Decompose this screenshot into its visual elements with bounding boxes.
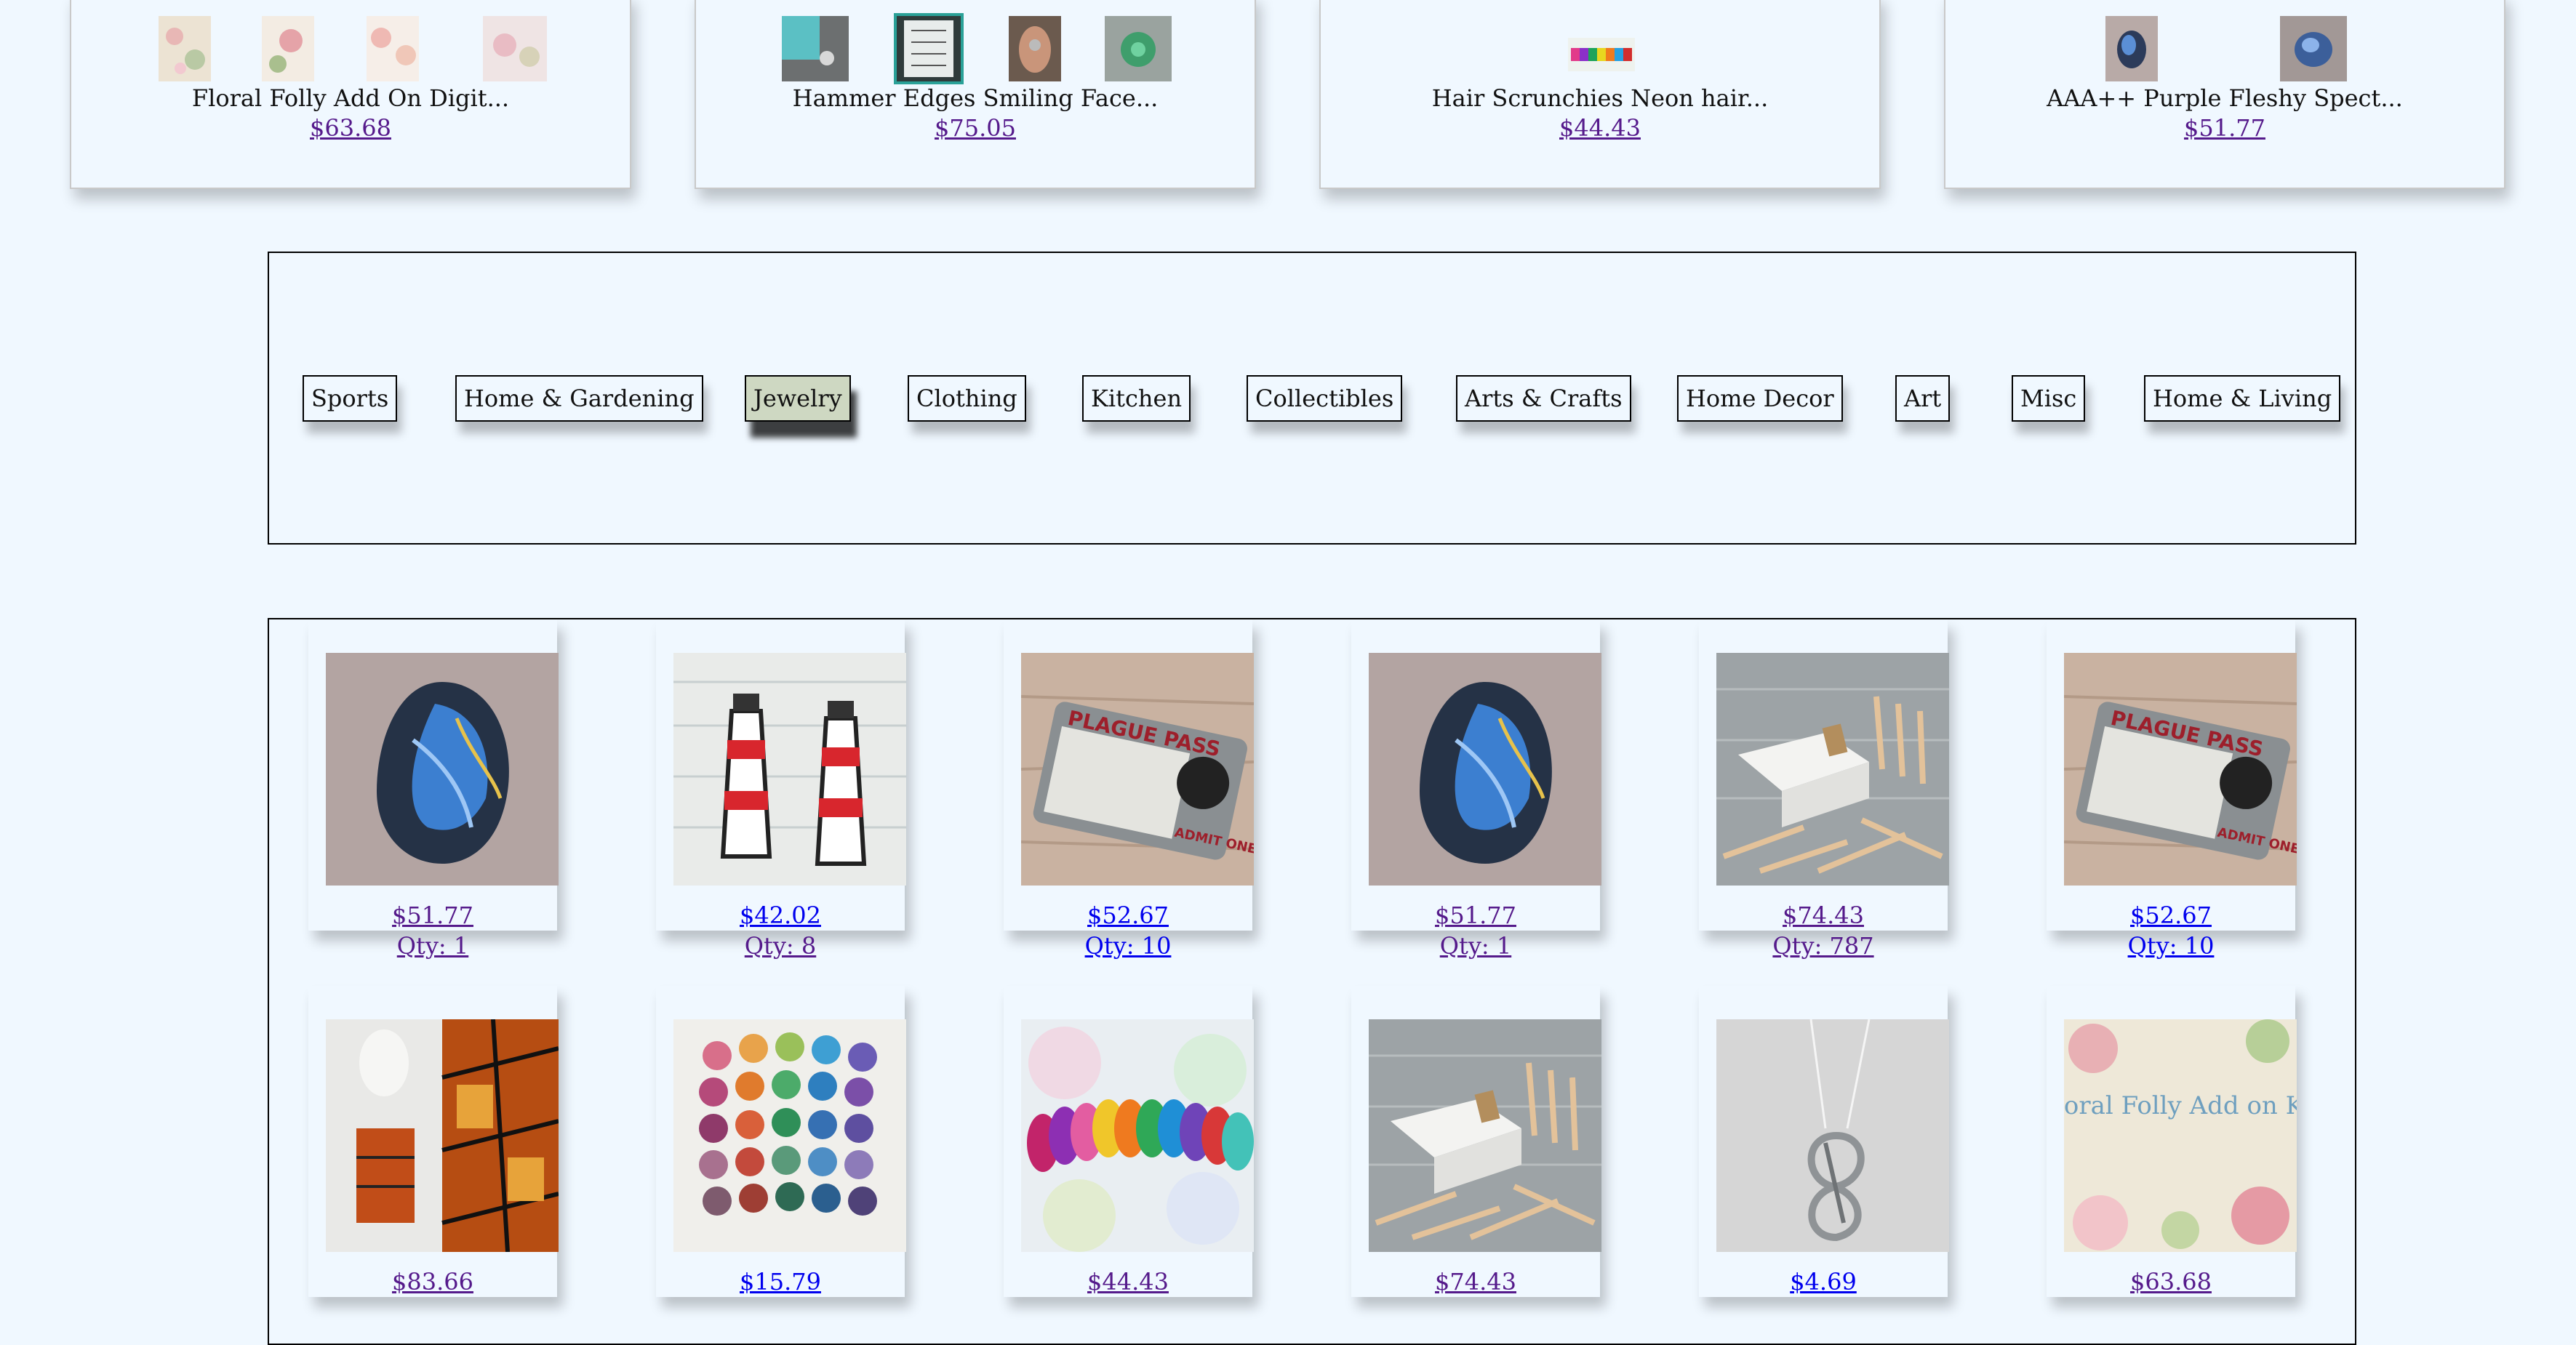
thumbnail-strip — [71, 16, 630, 81]
product-image-plague-pass[interactable]: PLAGUE PASSADMIT ONE — [1021, 653, 1254, 886]
product-card[interactable]: Floral Folly Add on Kit $63.68 — [2047, 986, 2297, 1297]
thumbnail-image[interactable] — [894, 13, 964, 84]
thumbnail-image[interactable] — [367, 16, 419, 81]
product-price[interactable]: $52.67 — [1004, 902, 1252, 929]
category-misc[interactable]: Misc — [2012, 375, 2086, 422]
thumbnail-strip — [1321, 16, 1879, 81]
featured-card-3[interactable]: Hair Scrunchies Neon hair... $44.43 — [1319, 0, 1881, 189]
thumbnail-image[interactable] — [262, 16, 314, 81]
product-price[interactable]: $51.77 — [1351, 902, 1600, 929]
svg-text:Floral Folly Add on Kit: Floral Folly Add on Kit — [2064, 1091, 2297, 1120]
product-grid: $51.77 Qty: 1 $42.02 Qty: 8 PLAGUE PASS A… — [268, 618, 2356, 1345]
thumbnail-image[interactable] — [1009, 16, 1061, 81]
product-title[interactable]: Floral Folly Add On Digit... — [71, 84, 630, 112]
product-card[interactable]: $51.77 Qty: 1 — [308, 619, 559, 960]
category-clothing[interactable]: Clothing — [908, 375, 1026, 422]
product-card[interactable]: $15.79 — [656, 986, 906, 1297]
category-jewelry[interactable]: Jewelry — [745, 375, 851, 422]
product-price[interactable]: $74.43 — [1699, 902, 1948, 929]
category-sports[interactable]: Sports — [303, 375, 398, 422]
product-price[interactable]: $52.67 — [2047, 902, 2295, 929]
product-qty[interactable]: Qty: 1 — [308, 932, 557, 960]
category-home-decor[interactable]: Home Decor — [1677, 375, 1843, 422]
thumbnail-image[interactable] — [1105, 16, 1172, 81]
product-card[interactable]: $74.43 Qty: 787 — [1699, 619, 1949, 960]
category-nav: Sports Home & Gardening Jewelry Clothing… — [268, 252, 2356, 545]
product-image-labradorite[interactable] — [1369, 653, 1601, 886]
product-price[interactable]: $44.43 — [1004, 1268, 1252, 1296]
thumbnail-image[interactable] — [483, 16, 547, 81]
category-arts-crafts[interactable]: Arts & Crafts — [1456, 375, 1631, 422]
product-image-golf-tees[interactable] — [1716, 653, 1949, 886]
product-card[interactable]: $44.43 — [1004, 986, 1254, 1297]
featured-card-1[interactable]: Floral Folly Add On Digit... $63.68 — [70, 0, 631, 189]
product-image-lizard-necklace[interactable] — [1716, 1019, 1949, 1252]
category-art[interactable]: Art — [1895, 375, 1951, 422]
category-home-gardening[interactable]: Home & Gardening — [455, 375, 703, 422]
product-qty[interactable]: Qty: 10 — [1004, 932, 1252, 960]
product-title[interactable]: Hair Scrunchies Neon hair... — [1321, 84, 1879, 112]
product-price[interactable]: $63.68 — [2047, 1268, 2295, 1296]
product-image-plague-pass[interactable]: PLAGUE PASSADMIT ONE — [2064, 653, 2297, 886]
thumbnail-image[interactable] — [1568, 38, 1635, 71]
product-card[interactable]: $51.77 Qty: 1 — [1351, 619, 1601, 960]
product-card[interactable]: $42.02 Qty: 8 — [656, 619, 906, 960]
product-qty[interactable]: Qty: 8 — [656, 932, 905, 960]
product-card[interactable]: PLAGUE PASS ADMIT ONE $52.67 Qty: 10 — [1004, 619, 1254, 960]
product-image-tribal-skirt[interactable] — [326, 1019, 559, 1252]
product-price[interactable]: $51.77 — [1945, 114, 2504, 142]
product-title[interactable]: AAA++ Purple Fleshy Spect... — [1945, 84, 2504, 112]
category-kitchen[interactable]: Kitchen — [1082, 375, 1191, 422]
product-price[interactable]: $83.66 — [308, 1268, 557, 1296]
product-image-lighthouse[interactable] — [673, 653, 906, 886]
product-card[interactable]: $4.69 — [1699, 986, 1949, 1297]
product-price[interactable]: $42.02 — [656, 902, 905, 929]
product-image-scrunchies[interactable] — [1021, 1019, 1254, 1252]
product-price[interactable]: $75.05 — [696, 114, 1255, 142]
product-image-golf-tees[interactable] — [1369, 1019, 1601, 1252]
thumbnail-image[interactable] — [2280, 16, 2347, 81]
product-card[interactable]: $74.43 — [1351, 986, 1601, 1297]
thumbnail-image[interactable] — [2105, 16, 2158, 81]
product-image-felt-balls[interactable] — [673, 1019, 906, 1252]
product-title[interactable]: Hammer Edges Smiling Face... — [696, 84, 1255, 112]
category-collectibles[interactable]: Collectibles — [1247, 375, 1403, 422]
product-image-labradorite[interactable] — [326, 653, 559, 886]
product-price[interactable]: $15.79 — [656, 1268, 905, 1296]
product-qty[interactable]: Qty: 10 — [2047, 932, 2295, 960]
product-image-floral-kit[interactable]: Floral Folly Add on Kit — [2064, 1019, 2297, 1252]
featured-card-2[interactable]: Hammer Edges Smiling Face... $75.05 — [695, 0, 1256, 189]
product-price[interactable]: $51.77 — [308, 902, 557, 929]
featured-card-4[interactable]: AAA++ Purple Fleshy Spect... $51.77 — [1944, 0, 2505, 189]
product-card[interactable]: $83.66 — [308, 986, 559, 1297]
product-price[interactable]: $44.43 — [1321, 114, 1879, 142]
thumbnail-image[interactable] — [782, 16, 849, 81]
thumbnail-strip — [1945, 16, 2504, 81]
thumbnail-strip — [696, 13, 1255, 84]
product-price[interactable]: $4.69 — [1699, 1268, 1948, 1296]
category-home-living[interactable]: Home & Living — [2144, 375, 2341, 422]
product-qty[interactable]: Qty: 1 — [1351, 932, 1600, 960]
product-price[interactable]: $63.68 — [71, 114, 630, 142]
product-price[interactable]: $74.43 — [1351, 1268, 1600, 1296]
product-card[interactable]: PLAGUE PASS ADMIT ONE $52.67 Qty: 10 — [2047, 619, 2297, 960]
thumbnail-image[interactable] — [159, 16, 211, 81]
product-qty[interactable]: Qty: 787 — [1699, 932, 1948, 960]
